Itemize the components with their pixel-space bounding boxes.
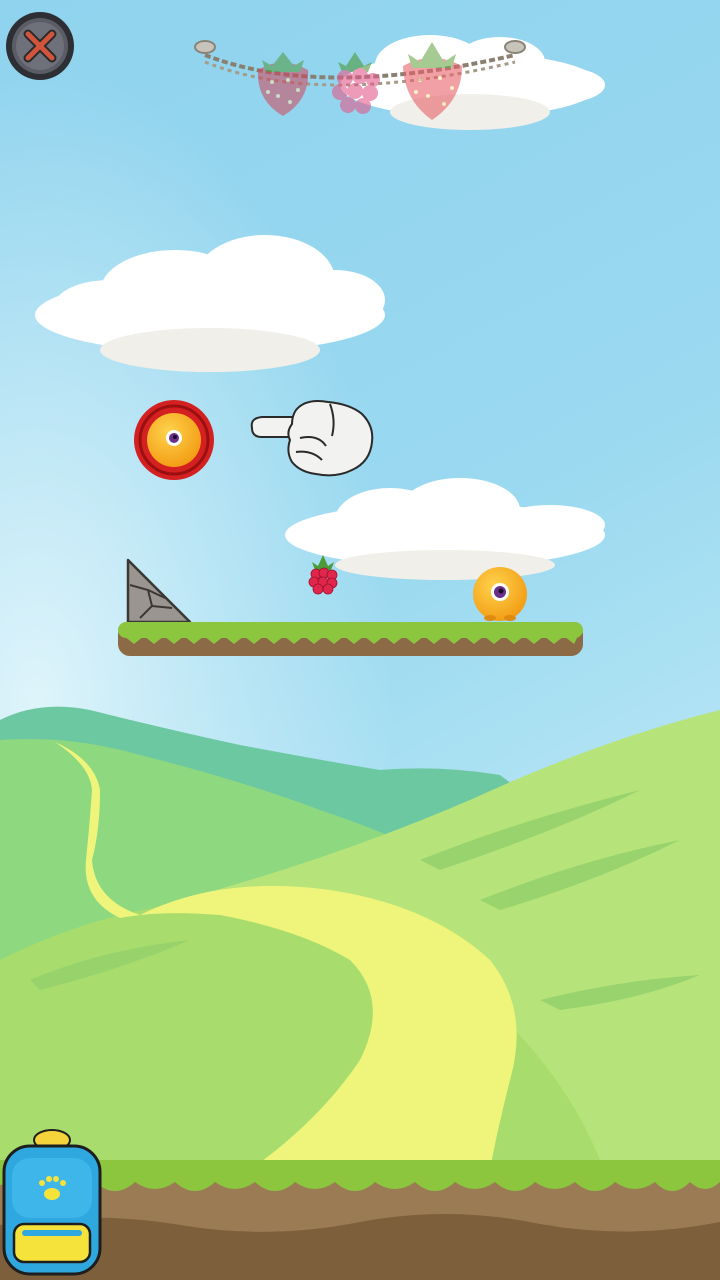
close-button[interactable] [6,12,74,80]
player-ball[interactable] [473,567,527,621]
start-marker-target [134,400,214,480]
game-scene [0,0,720,1280]
backpack-button[interactable] [2,1129,102,1276]
grass-platform [118,622,583,656]
